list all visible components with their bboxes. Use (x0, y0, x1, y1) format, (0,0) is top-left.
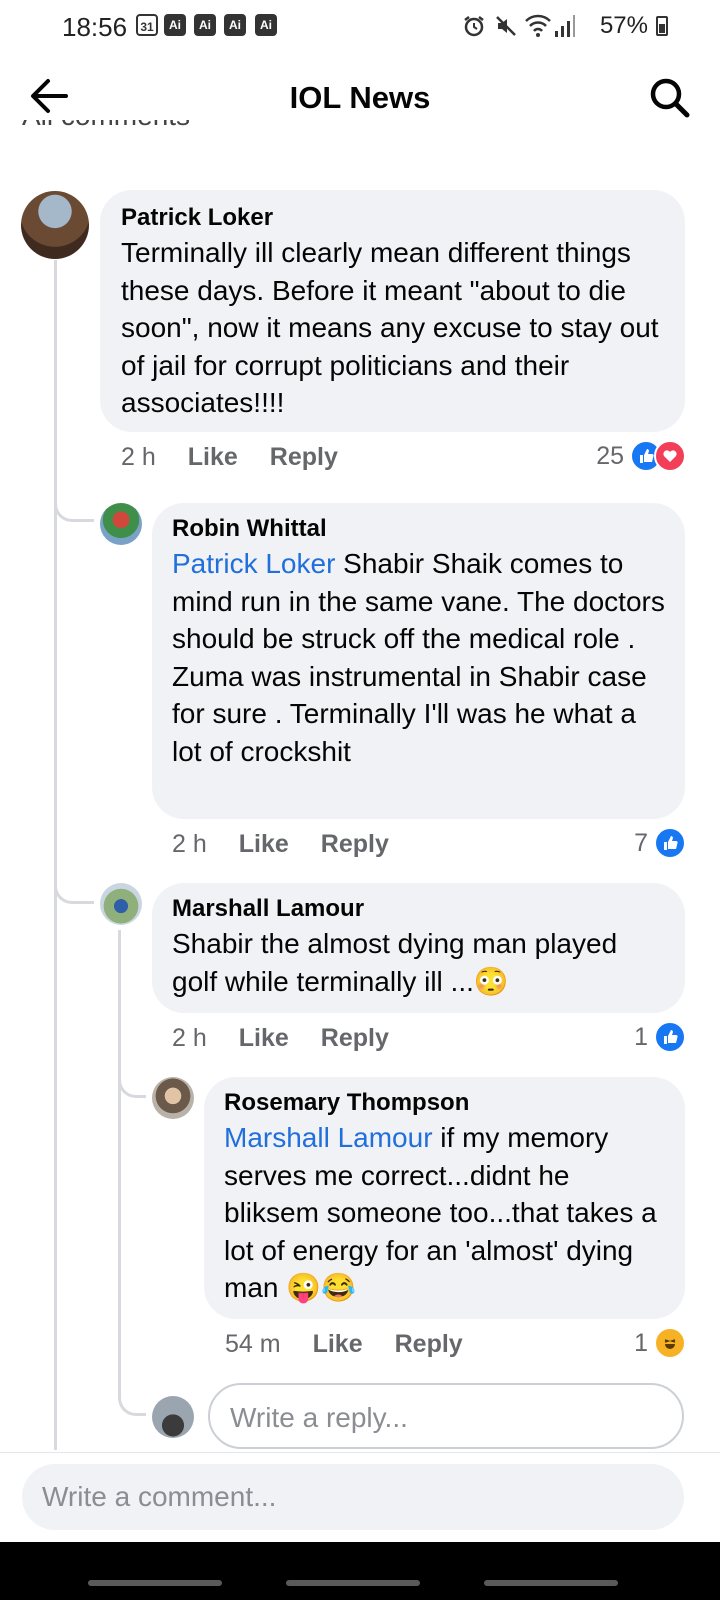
love-reaction-icon (654, 440, 686, 472)
haha-reaction-icon (654, 1327, 686, 1359)
reply-button[interactable]: Reply (270, 443, 338, 472)
flushed-emoji-icon: 😳 (473, 965, 509, 997)
like-button[interactable]: Like (313, 1330, 363, 1359)
reply-button[interactable]: Reply (321, 1024, 389, 1053)
comment-author[interactable]: Marshall Lamour (172, 893, 667, 925)
avatar[interactable] (21, 191, 89, 259)
section-heading: All comments (22, 120, 222, 142)
comment-age: 2 h (172, 1024, 207, 1052)
comment-actions: 2 h Like Reply (172, 830, 421, 859)
system-nav-bar (0, 1542, 720, 1600)
battery-percent: 57% (599, 12, 648, 39)
comment-age: 54 m (225, 1330, 281, 1358)
thread-connector (54, 500, 94, 522)
search-icon[interactable] (648, 76, 690, 118)
mention-link[interactable]: Marshall Lamour (224, 1122, 433, 1153)
reply-input[interactable]: Write a reply... (208, 1383, 684, 1449)
thread-line (54, 260, 57, 1450)
avatar[interactable] (100, 503, 142, 545)
thread-connector (118, 1076, 146, 1098)
comment-author[interactable]: Rosemary Thompson (224, 1087, 669, 1119)
reaction-count: 1 (634, 1328, 648, 1357)
calendar-icon: 31 (136, 14, 158, 36)
comment-actions: 2 h Like Reply (172, 1024, 421, 1053)
like-button[interactable]: Like (239, 830, 289, 859)
avatar[interactable] (100, 883, 142, 925)
comment-author[interactable]: Robin Whittal (172, 513, 667, 545)
mention-link[interactable]: Patrick Loker (172, 548, 335, 579)
comment-text: Patrick Loker Shabir Shaik comes to mind… (172, 548, 665, 767)
reply-button[interactable]: Reply (321, 830, 389, 859)
divider (0, 1452, 720, 1453)
mute-icon (496, 16, 516, 36)
comment-bubble: Robin Whittal Patrick Loker Shabir Shaik… (152, 503, 685, 819)
avatar[interactable] (152, 1077, 194, 1119)
like-reaction-icon (654, 827, 686, 859)
ai-badge-icon: Ai (194, 14, 216, 36)
thread-line (118, 930, 121, 1400)
alarm-icon (464, 16, 484, 37)
laughing-emoji-icon: 😜😂 (286, 1272, 356, 1303)
comment-actions: 2 h Like Reply (121, 443, 370, 472)
nav-back-handle[interactable] (484, 1580, 618, 1586)
reaction-summary[interactable]: 1 (634, 1021, 686, 1053)
like-reaction-icon (654, 1021, 686, 1053)
ai-badge-icon: Ai (164, 14, 186, 36)
wifi-icon (525, 14, 551, 37)
reaction-summary[interactable]: 1 (634, 1327, 686, 1359)
comment-age: 2 h (121, 443, 156, 471)
status-time: 18:56 (62, 12, 128, 42)
reply-button[interactable]: Reply (395, 1330, 463, 1359)
status-bar: 18:56 31 Ai Ai Ai Ai 57% (0, 0, 720, 54)
comment-actions: 54 m Like Reply (225, 1330, 495, 1359)
current-user-avatar (152, 1396, 194, 1438)
comment-bubble: Patrick Loker Terminally ill clearly mea… (100, 190, 685, 432)
nav-recents-handle[interactable] (88, 1580, 222, 1586)
reaction-count: 7 (634, 828, 648, 857)
reaction-count: 1 (634, 1022, 648, 1051)
comment-text: Terminally ill clearly mean different th… (121, 237, 659, 418)
reaction-summary[interactable]: 25 (596, 440, 686, 472)
comment-text: Shabir the almost dying man played golf … (172, 928, 618, 997)
comment-bubble: Marshall Lamour Shabir the almost dying … (152, 883, 685, 1013)
nav-home-handle[interactable] (286, 1580, 420, 1586)
reaction-count: 25 (596, 441, 624, 470)
ai-badge-icon: Ai (224, 14, 246, 36)
like-button[interactable]: Like (239, 1024, 289, 1053)
ai-badge-icon: Ai (255, 14, 277, 36)
comment-text: Marshall Lamour if my memory serves me c… (224, 1122, 657, 1303)
thread-connector (118, 1394, 146, 1416)
thread-connector (54, 882, 94, 904)
like-button[interactable]: Like (188, 443, 238, 472)
comment-age: 2 h (172, 830, 207, 858)
page-title: IOL News (289, 80, 431, 115)
comment-author[interactable]: Patrick Loker (121, 202, 665, 234)
comment-bubble: Rosemary Thompson Marshall Lamour if my … (204, 1077, 685, 1319)
comment-input[interactable]: Write a comment... (22, 1464, 684, 1530)
signal-icon (555, 15, 575, 37)
reaction-summary[interactable]: 7 (634, 827, 686, 859)
battery-icon (656, 16, 668, 36)
